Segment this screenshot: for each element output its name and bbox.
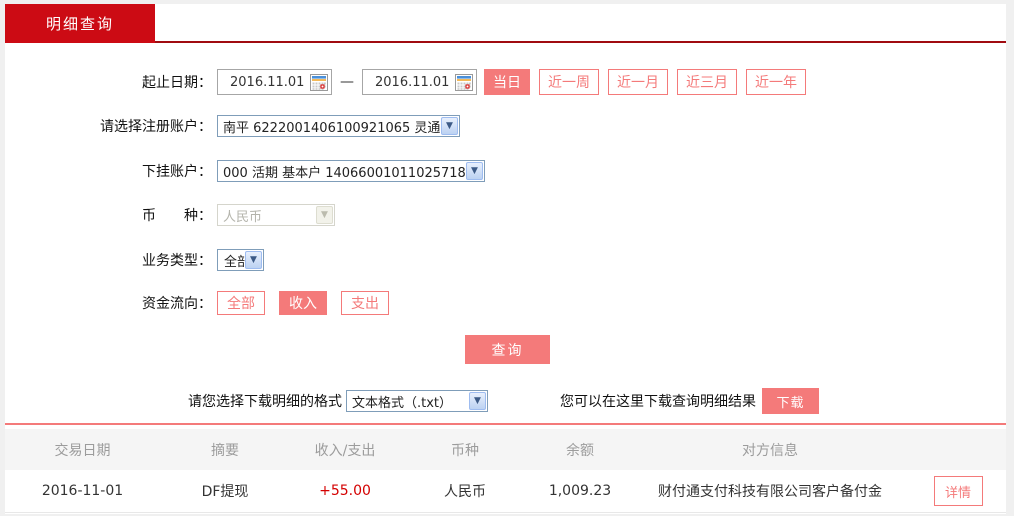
chevron-down-icon[interactable]: ▼: [441, 117, 458, 135]
calendar-icon[interactable]: [455, 74, 473, 95]
fund-flow-income-button[interactable]: 收入: [279, 291, 327, 315]
date-range-separator: —: [340, 74, 354, 90]
download-format-label: 请您选择下载明细的格式: [188, 394, 342, 410]
tab-detail-query[interactable]: 明细查询: [5, 4, 155, 43]
business-type-row: 业务类型： 全部 ▼: [5, 248, 1006, 272]
column-header-date: 交易日期: [54, 442, 111, 459]
cell-summary: DF提现: [201, 484, 249, 500]
fund-flow-label: 资金流向：: [142, 296, 212, 312]
download-row: 请您选择下载明细的格式 文本格式（.txt） ▼ 您可以在这里下载查询明细结果 …: [5, 388, 1006, 414]
quick-range-year-button[interactable]: 近一年: [746, 69, 806, 95]
download-format-select[interactable]: 文本格式（.txt） ▼: [346, 390, 488, 412]
quick-range-quarter-button[interactable]: 近三月: [677, 69, 737, 95]
chevron-down-icon[interactable]: ▼: [469, 392, 486, 410]
cell-counterparty: 财付通支付科技有限公司客户备付金: [658, 484, 882, 500]
table-row: 2016-11-01 DF提现 +55.00 人民币 1,009.23 财付通支…: [5, 470, 1006, 513]
download-format-value: 文本格式（.txt）: [352, 395, 453, 411]
calendar-icon[interactable]: [310, 74, 328, 95]
detail-button[interactable]: 详情: [933, 476, 983, 506]
sub-account-row: 下挂账户： 000 活期 基本户 1406600101102571848 ▼: [5, 159, 1006, 183]
sub-account-label: 下挂账户：: [142, 164, 212, 180]
currency-value: 人民币: [223, 209, 263, 225]
table-header-row: 交易日期 摘要 收入/支出 币种 余额 对方信息: [5, 429, 1006, 470]
currency-select: 人民币 ▼: [217, 204, 335, 226]
sub-account-value: 000 活期 基本户 1406600101102571848: [223, 165, 483, 181]
chevron-down-icon[interactable]: ▼: [245, 251, 262, 269]
end-date-value: 2016.11.01: [375, 74, 450, 90]
fund-flow-all-button[interactable]: 全部: [217, 291, 265, 315]
content-panel: 明细查询 起止日期： 2016.11.01 — 2016.11.01 当日 近一…: [5, 4, 1006, 514]
cell-action: 详情: [910, 476, 1006, 506]
fund-flow-expense-button[interactable]: 支出: [341, 291, 389, 315]
register-account-row: 请选择注册账户： 南平 6222001406100921065 灵通卡 ▼: [5, 114, 1006, 138]
quick-range-month-button[interactable]: 近一月: [608, 69, 668, 95]
quick-range-week-button[interactable]: 近一周: [539, 69, 599, 95]
tab-bar: 明细查询: [5, 4, 1006, 43]
cell-balance: 1,009.23: [548, 483, 612, 499]
register-account-label: 请选择注册账户：: [100, 119, 212, 135]
download-button[interactable]: 下载: [762, 388, 819, 414]
currency-row: 币 种： 人民币 ▼: [5, 203, 1006, 227]
date-range-label: 起止日期：: [142, 75, 212, 91]
chevron-down-icon[interactable]: ▼: [466, 162, 483, 180]
business-type-label: 业务类型：: [142, 253, 212, 269]
fund-flow-row: 资金流向： 全部 收入 支出: [5, 290, 1006, 316]
register-account-value: 南平 6222001406100921065 灵通卡: [223, 120, 454, 136]
download-hint: 您可以在这里下载查询明细结果: [560, 394, 756, 410]
quick-range-today-button[interactable]: 当日: [484, 69, 530, 95]
register-account-select[interactable]: 南平 6222001406100921065 灵通卡 ▼: [217, 115, 460, 137]
table-top-divider: [5, 423, 1006, 425]
start-date-value: 2016.11.01: [230, 74, 305, 90]
column-header-summary: 摘要: [211, 442, 239, 459]
currency-label: 币 种：: [142, 208, 212, 224]
column-header-counterparty: 对方信息: [742, 442, 798, 459]
end-date-input[interactable]: 2016.11.01: [362, 69, 477, 95]
column-header-currency: 币种: [451, 442, 479, 459]
cell-amount: +55.00: [319, 483, 371, 499]
sub-account-select[interactable]: 000 活期 基本户 1406600101102571848 ▼: [217, 160, 485, 182]
business-type-select[interactable]: 全部 ▼: [217, 249, 264, 271]
column-header-balance: 余额: [566, 442, 594, 459]
start-date-input[interactable]: 2016.11.01: [217, 69, 332, 95]
transactions-table: 交易日期 摘要 收入/支出 币种 余额 对方信息 2016-11-01 DF提现…: [5, 429, 1006, 513]
cell-date: 2016-11-01: [41, 483, 124, 499]
date-range-row: 起止日期： 2016.11.01 — 2016.11.01 当日 近一周 近一月…: [5, 68, 1006, 96]
query-button[interactable]: 查询: [465, 335, 550, 364]
chevron-down-icon: ▼: [316, 206, 333, 224]
cell-currency: 人民币: [444, 484, 486, 500]
column-header-amount: 收入/支出: [314, 442, 376, 459]
